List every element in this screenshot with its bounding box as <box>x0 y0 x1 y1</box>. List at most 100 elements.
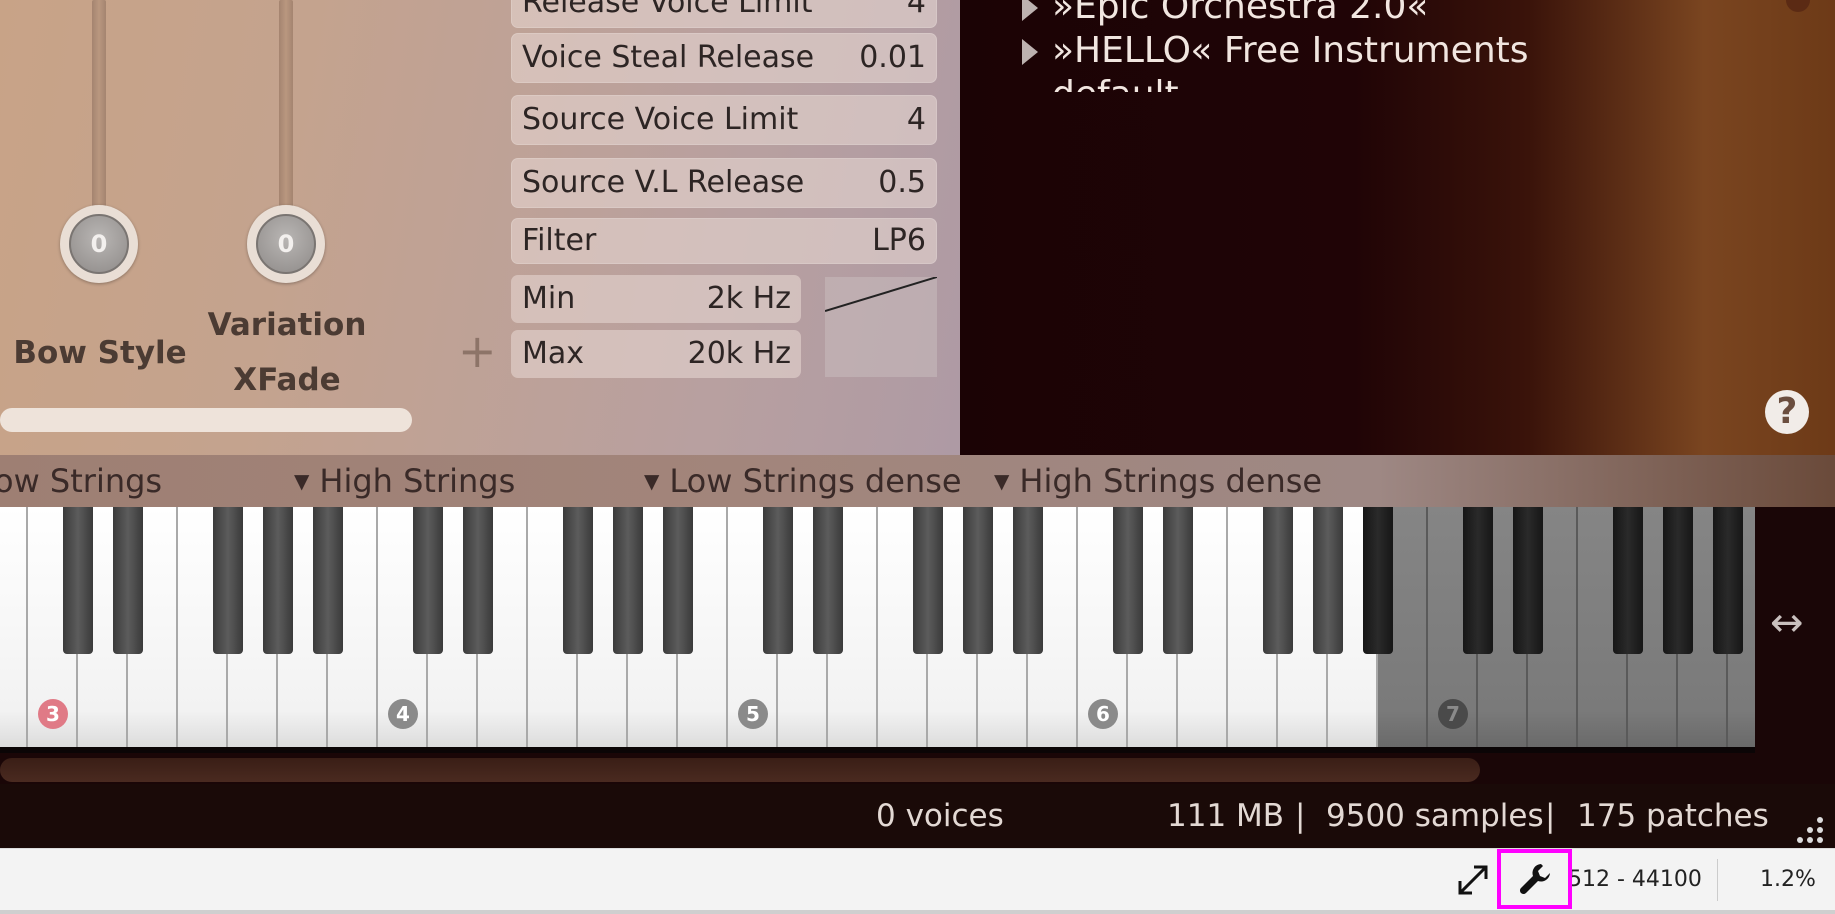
black-key[interactable] <box>1513 507 1543 654</box>
variation-xfade-label-line2: XFade <box>233 362 341 398</box>
bow-style-knob[interactable]: 0 <box>60 205 138 283</box>
variation-xfade-knob[interactable]: 0 <box>247 205 325 283</box>
dropdown-triangle-icon: ▼ <box>294 469 310 493</box>
octave-marker: 3 <box>38 699 68 729</box>
black-key[interactable] <box>263 507 293 654</box>
release-voice-limit-field[interactable]: Release Voice Limit 4 <box>511 0 937 28</box>
status-bar: 0 voices 111 MB | 9500 samples | 175 pat… <box>0 784 1835 848</box>
browser-item-label: »Epic Orchestra 2.0« <box>1052 0 1429 27</box>
resize-grip-icon[interactable] <box>1796 816 1826 846</box>
filter-min-label: Min <box>522 281 576 316</box>
source-voice-limit-field[interactable]: Source Voice Limit 4 <box>511 95 937 145</box>
browser-item-label: »HELLO« Free Instruments <box>1052 30 1529 71</box>
param-label: Source V.L Release <box>522 165 805 200</box>
black-key[interactable] <box>113 507 143 654</box>
browser-item-default[interactable]: default <box>1052 74 1179 92</box>
parameter-panel: 0 0 Bow Style Variation XFade + Release … <box>0 0 960 455</box>
variation-xfade-slider-track[interactable] <box>279 0 293 210</box>
param-label: Filter <box>522 223 597 258</box>
param-value: 4 <box>906 102 926 137</box>
instrument-editor: 0 0 Bow Style Variation XFade + Release … <box>0 0 1835 455</box>
zone-low-strings[interactable]: ow Strings <box>0 455 162 507</box>
source-vl-release-field[interactable]: Source V.L Release 0.5 <box>511 158 937 208</box>
fullscreen-icon[interactable] <box>1456 863 1490 897</box>
param-label: Voice Steal Release <box>522 40 815 75</box>
black-key[interactable] <box>1313 507 1343 654</box>
black-key[interactable] <box>613 507 643 654</box>
keyboard-scrollbar[interactable] <box>0 758 1480 782</box>
buffer-samplerate[interactable]: 512 - 44100 <box>1568 849 1708 911</box>
octave-marker: 7 <box>1438 699 1468 729</box>
black-key[interactable] <box>63 507 93 654</box>
bow-style-label: Bow Style <box>13 335 187 371</box>
black-key[interactable] <box>413 507 443 654</box>
filter-max-field[interactable]: Max 20k Hz <box>511 330 801 378</box>
zone-high-strings[interactable]: ▼ High Strings <box>294 455 515 511</box>
black-key[interactable] <box>1163 507 1193 654</box>
black-key[interactable] <box>1663 507 1693 654</box>
black-key[interactable] <box>813 507 843 654</box>
piano-keyboard[interactable]: 3 4 5 6 7 <box>0 507 1755 753</box>
expand-arrow-icon[interactable] <box>1022 0 1038 21</box>
black-key[interactable] <box>663 507 693 654</box>
filter-curve <box>824 276 938 312</box>
param-label: Source Voice Limit <box>522 102 799 137</box>
dropdown-triangle-icon: ▼ <box>644 469 660 493</box>
black-key[interactable] <box>963 507 993 654</box>
browser-item-hello-free[interactable]: »HELLO« Free Instruments <box>1022 30 1529 71</box>
memory-usage: 111 MB <box>1167 798 1285 834</box>
filter-min-value: 2k Hz <box>706 281 791 316</box>
octave-marker: 6 <box>1088 699 1118 729</box>
variation-xfade-knob-value: 0 <box>256 214 316 274</box>
divider <box>1717 859 1718 901</box>
param-value: 0.01 <box>859 40 926 75</box>
expand-arrow-icon[interactable] <box>1022 39 1038 65</box>
black-key[interactable] <box>1363 507 1393 654</box>
black-key[interactable] <box>1113 507 1143 654</box>
bow-style-slider-track[interactable] <box>92 0 106 210</box>
filter-min-field[interactable]: Min 2k Hz <box>511 275 801 323</box>
black-key[interactable] <box>1713 507 1743 654</box>
settings-wrench-button[interactable] <box>1497 849 1572 909</box>
black-key[interactable] <box>763 507 793 654</box>
add-icon[interactable]: + <box>458 328 497 374</box>
separator: | <box>1295 798 1306 834</box>
white-key[interactable] <box>0 507 28 747</box>
zone-label: ow Strings <box>0 462 163 500</box>
help-icon[interactable]: ? <box>1765 390 1809 434</box>
filter-max-value: 20k Hz <box>687 336 791 371</box>
separator: | <box>1545 798 1556 834</box>
bow-style-knob-value: 0 <box>69 214 129 274</box>
dropdown-triangle-icon: ▼ <box>994 469 1010 493</box>
black-key[interactable] <box>1013 507 1043 654</box>
black-key[interactable] <box>563 507 593 654</box>
resize-horizontal-icon[interactable]: ↔ <box>1770 600 1804 646</box>
samples-count: 9500 samples <box>1326 798 1544 834</box>
black-key[interactable] <box>913 507 943 654</box>
black-key[interactable] <box>213 507 243 654</box>
zone-high-strings-dense[interactable]: ▼ High Strings dense <box>994 455 1322 511</box>
voices-count: 0 voices <box>876 798 1004 834</box>
black-key[interactable] <box>1263 507 1293 654</box>
browser-item-label: default <box>1052 74 1179 92</box>
param-value: 4 <box>906 0 926 20</box>
black-key[interactable] <box>463 507 493 654</box>
black-key[interactable] <box>1613 507 1643 654</box>
horizontal-scrollbar[interactable] <box>0 408 412 432</box>
variation-xfade-label-line1: Variation <box>207 307 367 343</box>
black-key[interactable] <box>313 507 343 654</box>
zone-label: Low Strings dense <box>669 462 962 500</box>
wrench-icon <box>1519 864 1550 895</box>
zone-bar: ow Strings ▼ High Strings ▼ Low Strings de… <box>0 455 1835 507</box>
octave-marker: 5 <box>738 699 768 729</box>
octave-marker: 4 <box>388 699 418 729</box>
filter-select[interactable]: Filter LP6 <box>511 218 937 264</box>
voice-steal-release-field[interactable]: Voice Steal Release 0.01 <box>511 33 937 83</box>
param-value: 0.5 <box>878 165 926 200</box>
zone-label: High Strings dense <box>1019 462 1323 500</box>
zone-low-strings-dense[interactable]: ▼ Low Strings dense <box>644 455 962 511</box>
window-bottom-edge <box>0 910 1835 914</box>
black-key[interactable] <box>1463 507 1493 654</box>
patches-count: 175 patches <box>1577 798 1769 834</box>
browser-item-epic-orchestra[interactable]: »Epic Orchestra 2.0« <box>1022 0 1428 27</box>
